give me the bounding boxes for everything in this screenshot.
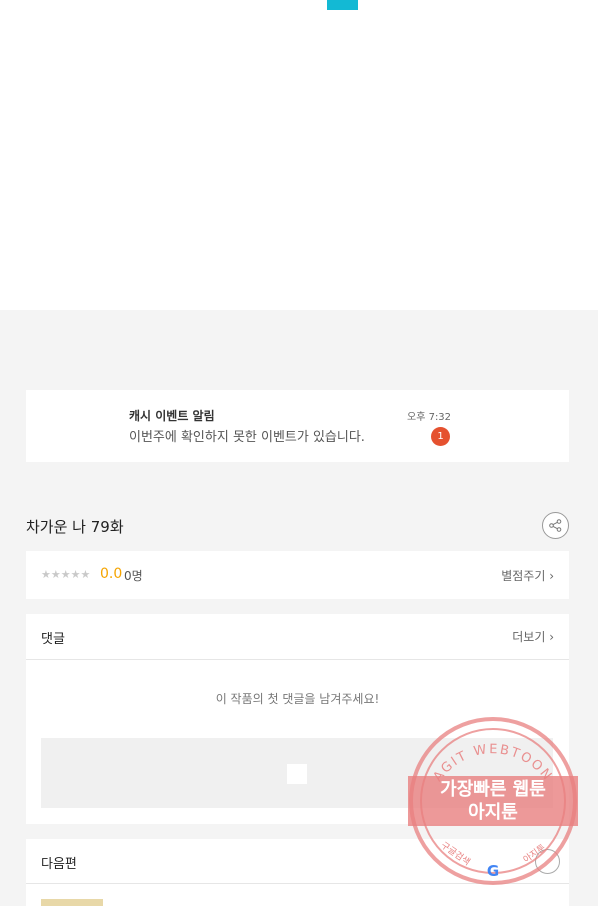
next-arrow-button[interactable] bbox=[535, 849, 560, 874]
comments-section: 댓글 더보기 › 이 작품의 첫 댓글을 남겨주세요! bbox=[26, 614, 569, 824]
next-episode-title: 다음편 bbox=[41, 857, 77, 872]
next-episode-thumbnail[interactable] bbox=[41, 899, 103, 906]
share-icon bbox=[549, 519, 562, 532]
star-rating-icons: ★★★★★ bbox=[41, 568, 91, 581]
notification-badge: 1 bbox=[431, 427, 450, 446]
notification-title: 캐시 이벤트 알림 bbox=[129, 409, 215, 423]
notification-card[interactable]: 캐시 이벤트 알림 이번주에 확인하지 못한 이벤트가 있습니다. 오후 7:3… bbox=[26, 390, 569, 462]
content-area bbox=[0, 0, 598, 310]
rate-button[interactable]: 별점주기 › bbox=[501, 567, 554, 584]
comments-header: 댓글 더보기 › bbox=[26, 614, 569, 660]
rating-count: 0명 bbox=[124, 569, 143, 583]
episode-title: 차가운 나 79화 bbox=[26, 518, 124, 536]
next-episode-section: 다음편 bbox=[26, 839, 569, 906]
placeholder-image-icon bbox=[287, 764, 307, 784]
comment-input-box[interactable] bbox=[41, 738, 553, 808]
rating-score: 0.0 bbox=[100, 566, 123, 582]
next-episode-header: 다음편 bbox=[26, 839, 569, 884]
comments-title: 댓글 bbox=[41, 632, 65, 647]
scroll-indicator bbox=[327, 0, 358, 10]
notification-message: 이번주에 확인하지 못한 이벤트가 있습니다. bbox=[129, 430, 365, 445]
comments-empty-message: 이 작품의 첫 댓글을 남겨주세요! bbox=[215, 692, 380, 706]
rating-bar: ★★★★★ 0.0 0명 별점주기 › bbox=[26, 551, 569, 599]
share-button[interactable] bbox=[542, 512, 569, 539]
comments-more-link[interactable]: 더보기 › bbox=[512, 628, 554, 645]
notification-time: 오후 7:32 bbox=[407, 412, 452, 423]
